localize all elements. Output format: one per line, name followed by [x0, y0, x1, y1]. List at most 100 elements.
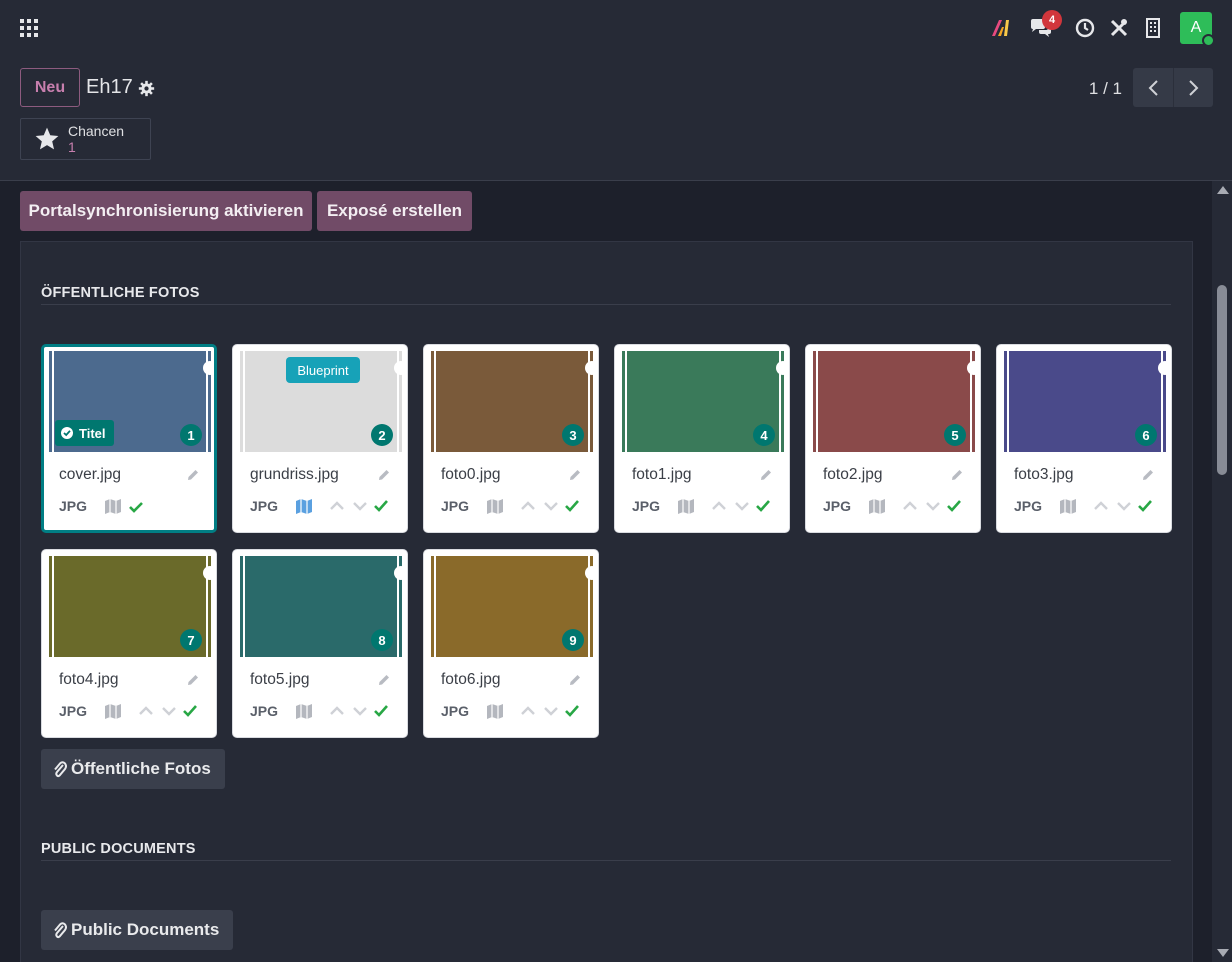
map-icon[interactable]: [868, 498, 886, 515]
map-icon[interactable]: [486, 498, 504, 515]
photo-card[interactable]: 2 Blueprint grundriss.jpg JPG: [232, 344, 408, 533]
photo-thumbnail[interactable]: 6: [1004, 351, 1166, 452]
photo-thumbnail[interactable]: 2 Blueprint: [240, 351, 402, 452]
photo-card[interactable]: 9 foto6.jpg JPG: [423, 549, 599, 738]
chevron-down-icon[interactable]: [926, 502, 940, 511]
clock-icon[interactable]: [1068, 12, 1102, 44]
scroll-up-arrow[interactable]: [1217, 186, 1229, 194]
thumbnail-edge: [434, 556, 436, 657]
smart-button-count: 1: [68, 139, 76, 155]
photo-thumbnail[interactable]: 7: [49, 556, 211, 657]
scrollbar-thumb[interactable]: [1217, 285, 1227, 475]
chevron-up-icon[interactable]: [330, 706, 344, 715]
tools-icon[interactable]: [1102, 12, 1136, 44]
activate-portal-sync-button[interactable]: Portalsynchronisierung aktivieren: [20, 191, 312, 231]
photo-thumbnail[interactable]: 1 Titel: [49, 351, 211, 452]
vertical-scrollbar[interactable]: [1212, 181, 1232, 962]
chevron-up-icon[interactable]: [712, 501, 726, 510]
move-controls: [139, 705, 197, 717]
attach-public-photos-button[interactable]: Öffentliche Fotos: [41, 749, 225, 789]
check-icon[interactable]: [128, 500, 144, 514]
photo-thumbnail[interactable]: 5: [813, 351, 975, 452]
chevron-down-icon[interactable]: [544, 707, 558, 716]
check-icon[interactable]: [947, 500, 961, 512]
map-icon[interactable]: [677, 498, 695, 515]
create-expose-button[interactable]: Exposé erstellen: [317, 191, 472, 231]
chevron-up-icon[interactable]: [139, 706, 153, 715]
check-icon[interactable]: [756, 500, 770, 512]
photo-filename: foto0.jpg: [441, 466, 501, 483]
chevron-down-icon[interactable]: [1117, 502, 1131, 511]
pencil-icon[interactable]: [186, 468, 200, 482]
check-icon[interactable]: [374, 500, 388, 512]
user-avatar[interactable]: A: [1180, 12, 1215, 47]
thumbnail-edge: [434, 351, 436, 452]
paperclip-icon: [54, 761, 67, 778]
chevron-down-icon[interactable]: [353, 502, 367, 511]
chevron-up-icon[interactable]: [330, 501, 344, 510]
ai-logo-icon[interactable]: [984, 12, 1018, 44]
photo-thumbnail[interactable]: 9: [431, 556, 593, 657]
check-icon[interactable]: [374, 705, 388, 717]
scroll-down-arrow[interactable]: [1217, 949, 1229, 957]
map-icon[interactable]: [295, 703, 313, 720]
section-divider: [41, 860, 1171, 861]
section-divider: [41, 304, 1171, 305]
photo-card[interactable]: 5 foto2.jpg JPG: [805, 344, 981, 533]
check-icon[interactable]: [565, 500, 579, 512]
chevron-up-icon[interactable]: [1094, 501, 1108, 510]
map-icon[interactable]: [295, 498, 313, 515]
title-image-badge: Titel: [55, 420, 114, 446]
map-icon[interactable]: [104, 703, 122, 720]
chevron-up-icon[interactable]: [521, 706, 535, 715]
map-icon[interactable]: [486, 703, 504, 720]
pencil-icon[interactable]: [377, 468, 391, 482]
photo-card[interactable]: 4 foto1.jpg JPG: [614, 344, 790, 533]
photo-thumbnail[interactable]: 8: [240, 556, 402, 657]
company-building-icon[interactable]: [1136, 12, 1170, 44]
pencil-icon[interactable]: [950, 468, 964, 482]
check-icon[interactable]: [1138, 500, 1152, 512]
gear-icon[interactable]: [138, 80, 155, 97]
check-icon[interactable]: [183, 705, 197, 717]
map-icon[interactable]: [104, 498, 122, 515]
pencil-icon[interactable]: [377, 673, 391, 687]
opportunities-smart-button[interactable]: Chancen 1: [20, 118, 151, 160]
messages-icon[interactable]: 4: [1024, 10, 1062, 44]
thumbnail-edge: [625, 351, 627, 452]
pencil-icon[interactable]: [759, 468, 773, 482]
chevron-up-icon[interactable]: [903, 501, 917, 510]
photo-card[interactable]: 6 foto3.jpg JPG: [996, 344, 1172, 533]
chevron-down-icon[interactable]: [353, 707, 367, 716]
new-button[interactable]: Neu: [20, 68, 80, 107]
pencil-icon[interactable]: [568, 468, 582, 482]
thumbnail-corner: [967, 361, 975, 375]
chevron-down-icon[interactable]: [544, 502, 558, 511]
pencil-icon[interactable]: [186, 673, 200, 687]
photo-card[interactable]: 3 foto0.jpg JPG: [423, 344, 599, 533]
photo-thumbnail[interactable]: 3: [431, 351, 593, 452]
attach-public-photos-label: Öffentliche Fotos: [71, 759, 211, 778]
pager-value[interactable]: 1 / 1: [1089, 79, 1122, 99]
thumbnail-corner: [394, 361, 402, 375]
check-icon[interactable]: [565, 705, 579, 717]
chevron-down-icon[interactable]: [735, 502, 749, 511]
thumbnail-corner: [776, 361, 784, 375]
chevron-up-icon[interactable]: [521, 501, 535, 510]
photo-filename: cover.jpg: [59, 466, 122, 483]
pencil-icon[interactable]: [1141, 468, 1155, 482]
pager-previous-button[interactable]: [1133, 68, 1173, 107]
thumbnail-corner: [585, 566, 593, 580]
photo-card[interactable]: 8 foto5.jpg JPG: [232, 549, 408, 738]
pager-next-button[interactable]: [1173, 68, 1213, 107]
chevron-down-icon[interactable]: [162, 707, 176, 716]
thumbnail-corner: [203, 566, 211, 580]
pencil-icon[interactable]: [568, 673, 582, 687]
photo-thumbnail[interactable]: 4: [622, 351, 784, 452]
photo-card[interactable]: 7 foto4.jpg JPG: [41, 549, 217, 738]
photo-card[interactable]: 1 Titel cover.jpg JPG: [41, 344, 217, 533]
thumbnail-edge: [816, 351, 818, 452]
attach-public-documents-button[interactable]: Public Documents: [41, 910, 234, 950]
apps-menu-icon[interactable]: [20, 19, 38, 37]
map-icon[interactable]: [1059, 498, 1077, 515]
